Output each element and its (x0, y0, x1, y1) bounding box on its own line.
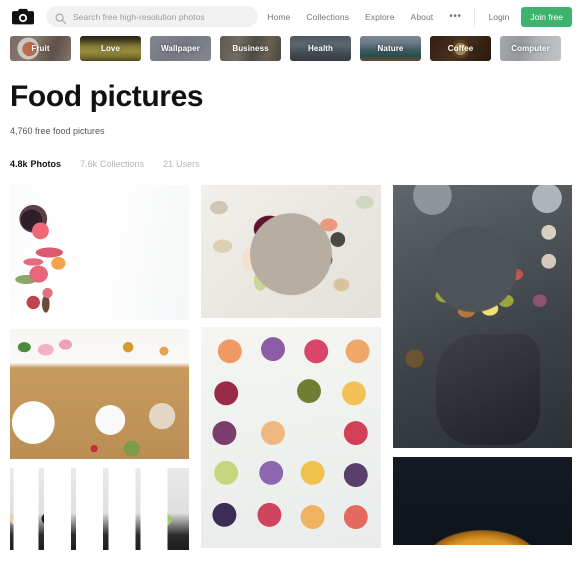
category-pill-business[interactable]: Business (220, 35, 281, 61)
stats-collections-label: Collections (100, 158, 145, 169)
nav-link-home[interactable]: Home (259, 12, 298, 22)
photo-grid (0, 184, 582, 550)
category-pill-computer[interactable]: Computer (500, 35, 561, 61)
photo-card[interactable] (201, 326, 381, 548)
pill-label: Nature (377, 43, 404, 53)
category-pill-fruit[interactable]: Fruit (10, 35, 71, 61)
stats-photos-label: Photos (30, 158, 62, 169)
photo-image (10, 467, 190, 550)
stats-tab-collections[interactable]: 7.6k Collections (80, 159, 144, 169)
stats-users-count: 21 (163, 158, 174, 169)
search-input[interactable] (73, 11, 249, 22)
photo-card[interactable] (10, 184, 190, 320)
photo-image (10, 328, 190, 459)
search-bar[interactable] (46, 6, 258, 27)
login-link[interactable]: Login (481, 12, 518, 22)
stats-tab-users[interactable]: 21 Users (163, 159, 200, 169)
stats-photos-count: 4.8k (10, 158, 28, 169)
category-pill-wallpaper[interactable]: Wallpaper (150, 35, 211, 61)
nav-link-collections[interactable]: Collections (298, 12, 357, 22)
nav-link-explore[interactable]: Explore (357, 12, 403, 22)
photo-card[interactable] (392, 184, 572, 448)
category-pill-health[interactable]: Health (290, 35, 351, 61)
main-nav: Home Collections Explore About ••• Login… (259, 6, 572, 27)
photo-column-1 (10, 184, 190, 550)
category-pill-coffee[interactable]: Coffee (430, 35, 491, 61)
pill-label: Fruit (31, 43, 50, 53)
photo-card[interactable] (201, 184, 381, 318)
photo-image (10, 184, 190, 320)
page-title: Food pictures (10, 80, 204, 113)
photo-column-2 (201, 184, 381, 548)
stats-tab-row: 4.8k Photos 7.6k Collections 21 Users (10, 159, 572, 169)
more-menu-icon[interactable]: ••• (441, 11, 469, 22)
photo-image (392, 456, 572, 545)
photo-card[interactable] (10, 467, 190, 550)
pill-label: Love (100, 43, 121, 53)
pill-label: Business (232, 43, 269, 53)
photo-card[interactable] (392, 456, 572, 545)
join-free-button[interactable]: Join free (521, 6, 572, 27)
nav-link-about[interactable]: About (403, 12, 442, 22)
pill-label: Health (307, 43, 334, 53)
search-icon (55, 11, 66, 24)
category-pill-nature[interactable]: Nature (360, 35, 421, 61)
stats-users-label: Users (176, 158, 200, 169)
page-subtitle: 4,760 free food pictures (10, 125, 105, 136)
photo-image-detail (435, 334, 540, 445)
camera-logo-icon[interactable] (12, 8, 34, 25)
pill-label: Wallpaper (161, 43, 200, 53)
photo-image (201, 184, 381, 318)
photo-column-3 (392, 184, 572, 545)
category-pill-love[interactable]: Love (80, 35, 141, 61)
stats-collections-count: 7.6k (80, 158, 98, 169)
pill-label: Coffee (447, 43, 474, 53)
pill-label: Computer (511, 43, 550, 53)
category-pill-row: Fruit Love Wallpaper Business Health Nat… (0, 33, 582, 63)
page-header-block: Food pictures 4,760 free food pictures 4… (0, 63, 582, 169)
stats-tab-photos[interactable]: 4.8k Photos (10, 159, 61, 169)
photo-image (201, 326, 381, 548)
photo-card[interactable] (10, 328, 190, 459)
site-header: Home Collections Explore About ••• Login… (0, 0, 582, 33)
nav-divider (473, 7, 475, 26)
